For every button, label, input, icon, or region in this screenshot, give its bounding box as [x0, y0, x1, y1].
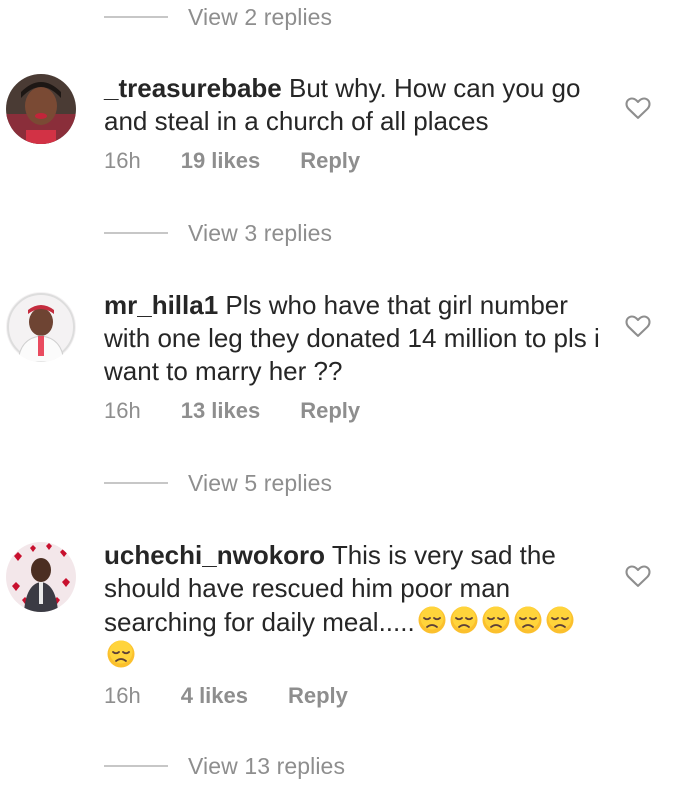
- divider: [104, 16, 168, 18]
- avatar[interactable]: [6, 542, 76, 612]
- comment-meta: 16h 19 likes Reply: [104, 148, 604, 174]
- comment-time: 16h: [104, 148, 141, 173]
- likes-count[interactable]: 13 likes: [181, 398, 261, 424]
- avatar-image: [6, 542, 76, 612]
- avatar[interactable]: [6, 74, 76, 144]
- divider: [104, 482, 168, 484]
- likes-count[interactable]: 19 likes: [181, 148, 261, 174]
- disappointed-face-emoji: [514, 606, 542, 634]
- avatar-image: [6, 74, 76, 144]
- comment-text: _treasurebabe But why. How can you go an…: [104, 72, 604, 138]
- comment-meta: 16h 13 likes Reply: [104, 398, 604, 424]
- divider: [104, 232, 168, 234]
- comment-time: 16h: [104, 683, 141, 708]
- view-replies-link[interactable]: View 5 replies: [104, 468, 332, 498]
- disappointed-face-emoji: [546, 606, 574, 634]
- reply-button[interactable]: Reply: [300, 148, 360, 174]
- heart-outline-icon[interactable]: [624, 94, 652, 122]
- view-replies-link[interactable]: View 13 replies: [104, 751, 345, 781]
- comment-time: 16h: [104, 398, 141, 423]
- disappointed-face-emoji: [418, 606, 446, 634]
- reply-button[interactable]: Reply: [300, 398, 360, 424]
- heart-outline-icon[interactable]: [624, 312, 652, 340]
- heart-outline-icon[interactable]: [624, 562, 652, 590]
- divider: [104, 765, 168, 767]
- view-replies-label: View 5 replies: [188, 469, 333, 496]
- comment-text: mr_hilla1 Pls who have that girl number …: [104, 289, 604, 388]
- comment-meta: 16h 4 likes Reply: [104, 683, 604, 709]
- comment-username[interactable]: _treasurebabe: [104, 73, 282, 103]
- likes-count[interactable]: 4 likes: [181, 683, 248, 709]
- comment-username[interactable]: uchechi_nwokoro: [104, 540, 325, 570]
- comment-username[interactable]: mr_hilla1: [104, 290, 218, 320]
- comment-text: uchechi_nwokoro This is very sad the sho…: [104, 539, 604, 673]
- view-replies-label: View 13 replies: [188, 752, 346, 779]
- view-replies-label: View 3 replies: [188, 219, 333, 246]
- disappointed-face-emoji: [482, 606, 510, 634]
- disappointed-face-emoji: [107, 640, 135, 668]
- reply-button[interactable]: Reply: [288, 683, 348, 709]
- disappointed-face-emoji: [450, 606, 478, 634]
- avatar[interactable]: [6, 292, 76, 362]
- view-replies-link[interactable]: View 3 replies: [104, 218, 332, 248]
- view-replies-link[interactable]: View 2 replies: [104, 2, 332, 32]
- avatar-image: [6, 292, 76, 362]
- view-replies-label: View 2 replies: [188, 3, 333, 30]
